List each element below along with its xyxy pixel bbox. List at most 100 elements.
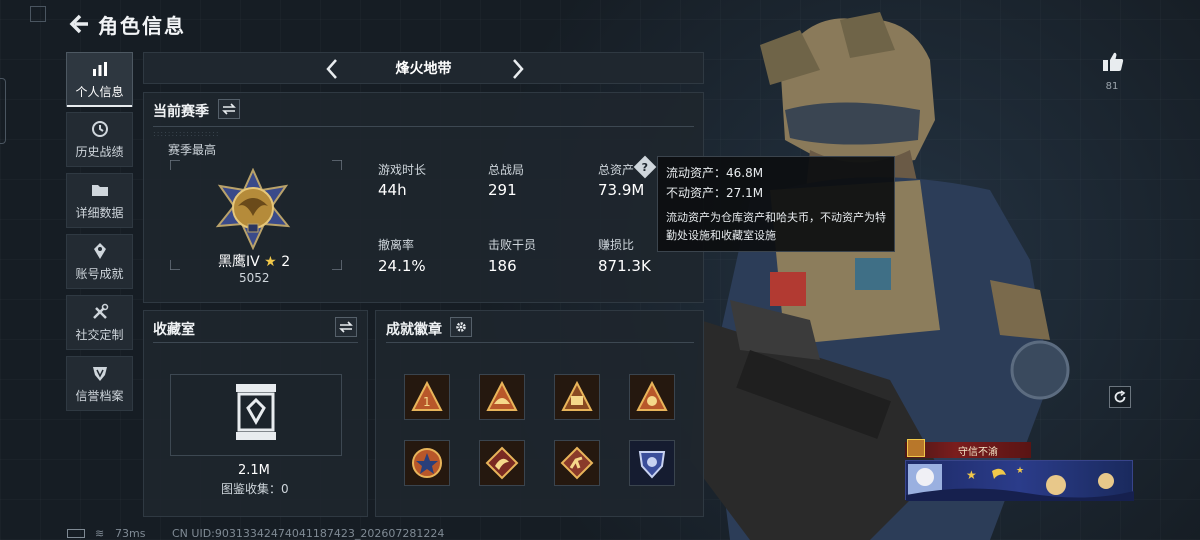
tooltip-liquid-label: 流动资产：: [666, 166, 727, 180]
collection-count-value: 0: [281, 482, 289, 496]
tooltip-liquid-assets: 流动资产：46.8M: [666, 163, 886, 183]
collection-value: 2.1M: [238, 463, 270, 478]
badge-4[interactable]: [629, 374, 675, 420]
star-icon: ★: [264, 254, 277, 270]
dragon-badge-icon: [485, 446, 519, 480]
player-uid: CN UID:90313342474041187423_202607281224: [172, 527, 445, 540]
divider: [153, 342, 358, 343]
collection-switch-button[interactable]: [335, 317, 357, 337]
sidebar-item-social-custom[interactable]: 社交定制: [66, 295, 133, 350]
sidebar-item-history[interactable]: 历史战绩: [66, 112, 133, 167]
collection-count: 图鉴收集：0: [221, 480, 289, 497]
collection-room-title: 收藏室: [153, 322, 195, 338]
operator-character: [690, 12, 1070, 540]
tooltip-description: 流动资产为仓库资产和哈夫币，不动资产为特勤处设施和收藏室设施: [666, 211, 886, 242]
svg-text:★: ★: [966, 468, 977, 482]
stat-value-play-time: 44h: [378, 181, 407, 199]
history-clock-icon: [91, 121, 108, 137]
refresh-icon: [1114, 390, 1126, 403]
badge-5[interactable]: [404, 440, 450, 486]
title-emblem-icon: [907, 439, 925, 457]
badge-2[interactable]: [479, 374, 525, 420]
edge-tab[interactable]: [0, 78, 6, 144]
badge-7[interactable]: [554, 440, 600, 486]
refresh-button[interactable]: [1109, 386, 1131, 408]
menu-toggle[interactable]: [30, 6, 46, 22]
stat-value-total-assets: 73.9M: [598, 181, 645, 199]
sidebar-item-label: 账号成就: [75, 267, 124, 281]
sidebar-item-label: 社交定制: [75, 328, 124, 342]
display-case-icon: [236, 384, 276, 440]
number-badge-icon: [636, 380, 668, 411]
bar-chart-icon: [92, 62, 107, 76]
tooltip-liquid-value: 46.8M: [726, 166, 764, 180]
police-shield-badge-icon: [638, 451, 666, 479]
sidebar-item-personal-info[interactable]: 个人信息: [66, 52, 133, 107]
sidebar-item-label: 个人信息: [75, 85, 124, 99]
map-name: 烽火地带: [395, 61, 452, 77]
current-season-title: 当前赛季: [153, 104, 209, 120]
sidebar-item-achievements[interactable]: 账号成就: [66, 234, 133, 289]
stat-label-extraction-rate: 撤离率: [378, 238, 415, 252]
rank-name-text: 黑鹰IV: [218, 254, 260, 270]
emblem-badge-icon: [561, 380, 593, 411]
tooltip-fixed-value: 27.1M: [726, 186, 764, 200]
stat-label-total-assets: 总资产: [598, 163, 635, 177]
badge-3[interactable]: [554, 374, 600, 420]
ping-value: 73ms: [115, 527, 146, 540]
divider: [153, 126, 694, 127]
sidebar-item-reputation[interactable]: 信誉档案: [66, 356, 133, 411]
tooltip-fixed-assets: 不动资产：27.1M: [666, 183, 886, 203]
banner-art: ★ ★: [906, 464, 1134, 501]
folder-icon: [91, 185, 108, 196]
tools-icon: [92, 303, 108, 319]
tooltip-fixed-label: 不动资产：: [666, 186, 727, 200]
sidebar-item-label: 详细数据: [75, 206, 124, 220]
stat-label-total-matches: 总战局: [488, 163, 525, 177]
achievement-badges-title: 成就徽章: [386, 322, 442, 338]
triangle-number-badge-icon: 1: [411, 380, 443, 411]
runner-badge-icon: [560, 446, 594, 480]
svg-text:★: ★: [1016, 466, 1024, 476]
badge-8[interactable]: [629, 440, 675, 486]
reputation-shield-icon: [92, 367, 107, 381]
stat-value-profit-loss: 871.3K: [598, 257, 651, 275]
badge-6[interactable]: [479, 440, 525, 486]
stat-value-total-matches: 291: [488, 181, 517, 199]
badge-settings-button[interactable]: [450, 317, 472, 337]
sidebar-item-detailed-data[interactable]: 详细数据: [66, 173, 133, 228]
stat-value-extraction-rate: 24.1%: [378, 257, 426, 275]
swap-icon: [222, 103, 236, 115]
stat-label-profit-loss: 赚损比: [598, 238, 635, 252]
rank-name: 黑鹰IV ★ 2: [218, 251, 290, 271]
back-arrow-icon[interactable]: [66, 12, 90, 36]
divider: [386, 342, 694, 343]
season-best-label: 赛季最高: [168, 143, 217, 157]
decorative-dots: ::::::::::::::::::: [153, 129, 220, 138]
helmet-badge-icon: [486, 380, 518, 411]
gear-icon: [456, 322, 466, 332]
player-title-text: 守信不渝: [958, 446, 998, 458]
sidebar-item-label: 信誉档案: [75, 389, 124, 403]
achievement-icon: [93, 243, 106, 259]
rank-emblem-icon: [215, 168, 291, 250]
stat-label-operators-defeated: 击败干员: [488, 238, 537, 252]
wifi-icon: ≋: [95, 527, 105, 540]
next-map-chevron-icon[interactable]: [504, 56, 530, 82]
battery-icon: [67, 529, 85, 538]
assets-tooltip: 流动资产：46.8M 不动资产：27.1M 流动资产为仓库资产和哈夫币，不动资产…: [657, 156, 895, 252]
like-count: 81: [1105, 81, 1119, 92]
prev-map-chevron-icon[interactable]: [320, 56, 346, 82]
map-selector: 烽火地带: [143, 52, 704, 84]
season-switch-button[interactable]: [218, 99, 240, 119]
svg-text:1: 1: [423, 395, 431, 409]
thumbs-up-icon[interactable]: [1101, 50, 1125, 74]
stat-value-operators-defeated: 186: [488, 257, 517, 275]
badge-1[interactable]: 1: [404, 374, 450, 420]
page-title: 角色信息: [98, 14, 186, 38]
player-banner[interactable]: ★ ★: [905, 460, 1134, 501]
swap-icon: [339, 321, 353, 333]
rank-stars: 2: [281, 254, 291, 270]
sidebar-item-label: 历史战绩: [75, 145, 124, 159]
stat-label-play-time: 游戏时长: [378, 163, 427, 177]
